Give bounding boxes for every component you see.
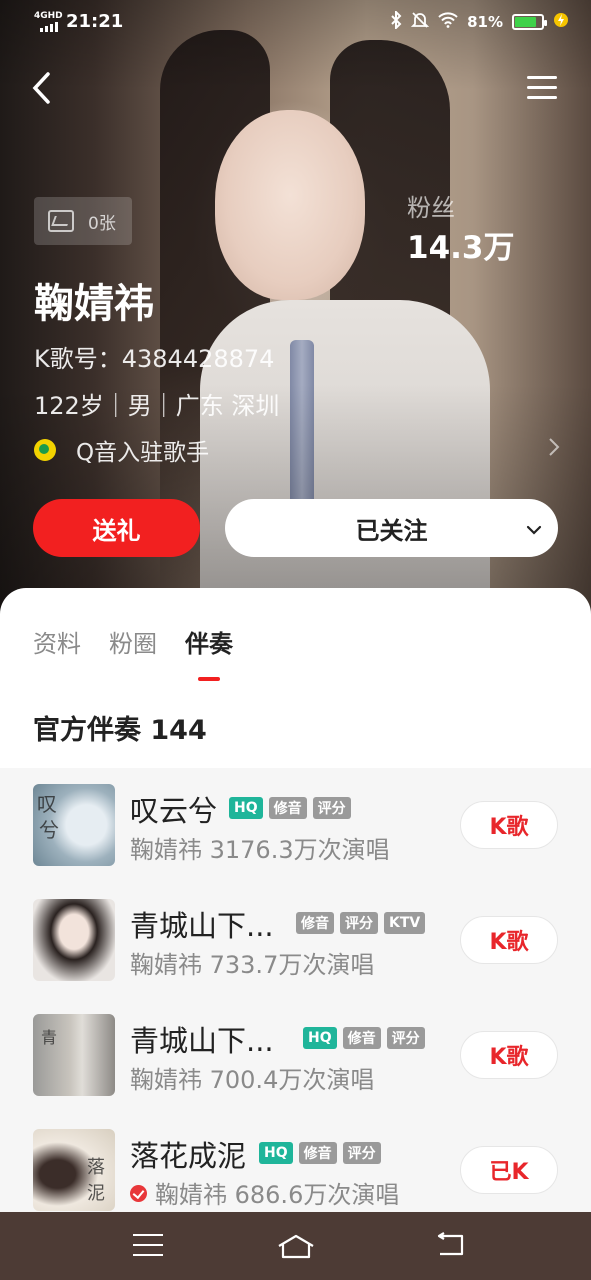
profile-meta: 122岁｜男｜广东 深圳	[34, 392, 280, 420]
score-badge: 评分	[312, 797, 351, 819]
chevron-right-icon	[548, 435, 560, 463]
back-nav-icon[interactable]	[434, 1232, 468, 1260]
charging-icon	[553, 12, 569, 32]
back-icon[interactable]	[30, 70, 60, 106]
list-item[interactable]: 青城山下... 修音 评分 KTV 鞠婧祎 733.7万次演唱 K歌	[0, 883, 591, 998]
battery-percent: 81%	[467, 13, 503, 31]
q-music-artist-link[interactable]: Q音入驻歌手	[34, 433, 564, 467]
photo-count: 0张	[88, 213, 116, 234]
mute-icon	[410, 11, 430, 33]
song-title: 落花成泥	[130, 1139, 247, 1173]
status-bar: 4GHD 21:21 81%	[0, 8, 591, 36]
song-title: 青城山下...	[130, 909, 274, 943]
profile-header: 4GHD 21:21 81% 0张 粉丝 14.3万 鞠婧祎 K歌号：43844…	[0, 0, 591, 640]
bluetooth-icon	[390, 9, 402, 33]
song-cover: 落 泥	[33, 1129, 115, 1211]
tune-badge: 修音	[268, 797, 307, 819]
hq-badge: HQ	[229, 797, 263, 819]
song-subtitle: 鞠婧祎 686.6万次演唱	[130, 1175, 399, 1210]
verified-icon	[130, 1185, 147, 1202]
battery-icon	[512, 14, 547, 30]
k-song-id: K歌号：4384428874	[34, 345, 275, 373]
signal-icon	[40, 22, 58, 32]
sing-button[interactable]: K歌	[460, 916, 558, 964]
score-badge: 评分	[342, 1142, 381, 1164]
song-title: 青城山下...	[130, 1024, 274, 1058]
photo-album-chip[interactable]: 0张	[34, 197, 132, 245]
song-subtitle: 鞠婧祎 733.7万次演唱	[130, 951, 375, 979]
tab-profile-info[interactable]: 资料	[33, 624, 81, 659]
qq-music-icon	[34, 439, 56, 461]
menu-icon[interactable]	[527, 76, 557, 100]
tune-badge: 修音	[342, 1027, 381, 1049]
ktv-badge: KTV	[384, 912, 426, 934]
network-type: 4GHD	[34, 11, 63, 21]
song-badges: HQ 修音 评分	[229, 797, 351, 819]
song-list: 叹 兮 叹云兮 HQ 修音 评分 鞠婧祎 3176.3万次演唱 K歌 青城山下.…	[0, 768, 591, 1212]
list-item[interactable]: 叹 兮 叹云兮 HQ 修音 评分 鞠婧祎 3176.3万次演唱 K歌	[0, 768, 591, 883]
list-item[interactable]: 落 泥 落花成泥 HQ 修音 评分 鞠婧祎 686.6万次演唱 已K	[0, 1113, 591, 1212]
song-badges: 修音 评分 KTV	[296, 912, 426, 934]
tab-accompaniment[interactable]: 伴奏	[185, 624, 233, 681]
tab-fan-circle[interactable]: 粉圈	[109, 624, 157, 659]
follow-label: 已关注	[355, 516, 428, 545]
artist-name: 鞠婧祎	[34, 281, 154, 327]
home-icon[interactable]	[276, 1234, 316, 1260]
fans-label: 粉丝	[407, 194, 455, 222]
sung-button[interactable]: 已K	[460, 1146, 558, 1194]
gift-button[interactable]: 送礼	[33, 499, 200, 557]
song-badges: HQ 修音 评分	[259, 1142, 381, 1164]
q-music-label: Q音入驻歌手	[76, 440, 210, 466]
list-item[interactable]: 青 青城山下... HQ 修音 评分 鞠婧祎 700.4万次演唱 K歌	[0, 998, 591, 1113]
song-cover: 叹 兮	[33, 784, 115, 866]
tune-badge: 修音	[296, 912, 334, 934]
hq-badge: HQ	[259, 1142, 293, 1164]
photo-icon	[48, 210, 74, 232]
song-subtitle-text: 鞠婧祎 686.6万次演唱	[155, 1181, 400, 1209]
song-title: 叹云兮	[130, 794, 218, 828]
recent-apps-icon[interactable]	[133, 1234, 163, 1264]
sing-button[interactable]: K歌	[460, 1031, 558, 1079]
profile-tabs: 资料 粉圈 伴奏	[33, 624, 233, 681]
follow-button[interactable]: 已关注	[225, 499, 558, 557]
score-badge: 评分	[340, 912, 378, 934]
song-subtitle: 鞠婧祎 700.4万次演唱	[130, 1066, 375, 1094]
hq-badge: HQ	[303, 1027, 337, 1049]
fans-count[interactable]: 14.3万	[407, 222, 515, 267]
chevron-down-icon[interactable]	[526, 516, 542, 535]
sing-button[interactable]: K歌	[460, 801, 558, 849]
score-badge: 评分	[386, 1027, 425, 1049]
status-time: 21:21	[66, 11, 124, 32]
song-cover	[33, 899, 115, 981]
content-sheet: 资料 粉圈 伴奏 官方伴奏 144	[0, 588, 591, 768]
song-cover: 青	[33, 1014, 115, 1096]
song-badges: HQ 修音 评分	[303, 1027, 425, 1049]
tune-badge: 修音	[298, 1142, 337, 1164]
section-title: 官方伴奏 144	[33, 715, 207, 746]
wifi-icon	[438, 12, 458, 32]
song-subtitle: 鞠婧祎 3176.3万次演唱	[130, 836, 390, 864]
system-nav-bar	[0, 1212, 591, 1280]
